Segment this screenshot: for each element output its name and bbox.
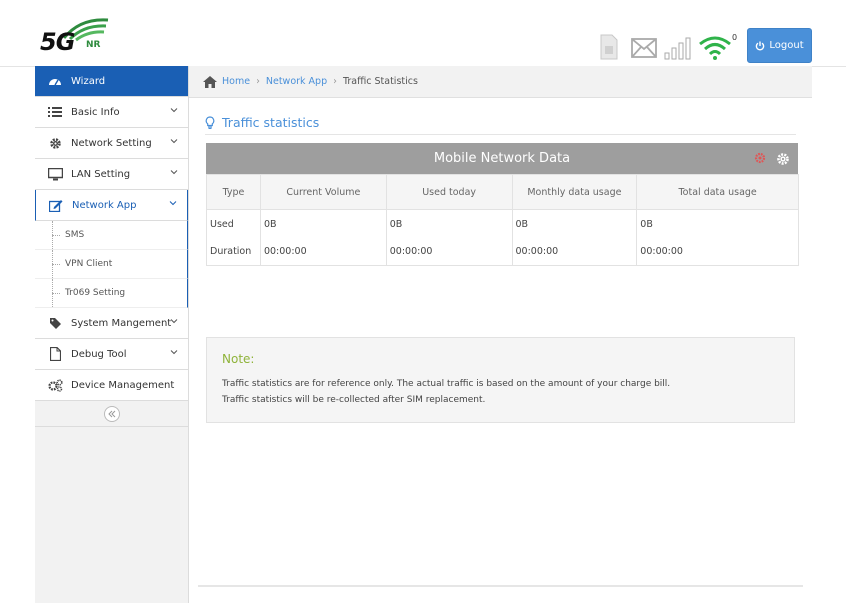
table-cell: 0B: [259, 209, 387, 238]
logo-5g: 5G: [40, 28, 75, 56]
sidebar-collapse-row: [35, 401, 188, 427]
sidebar-item-label: System Mangement: [71, 317, 172, 329]
edit-icon: [48, 198, 64, 212]
chevron-down-icon: [170, 139, 178, 144]
wifi-client-count: 0: [732, 33, 738, 42]
note-line: Traffic statistics are for reference onl…: [222, 379, 671, 389]
sidebar: Wizard Basic Info Network Setting LAN Se…: [35, 66, 189, 603]
sidebar-item-label: Basic Info: [71, 106, 120, 118]
sidebar-subitem-label: VPN Client: [65, 259, 113, 269]
sidebar-item-network-setting[interactable]: Network Setting: [35, 128, 188, 159]
logout-label: Logout: [769, 40, 804, 51]
sidebar-item-debug-tool[interactable]: Debug Tool: [35, 339, 188, 370]
note-box: Note: Traffic statistics are for referen…: [206, 337, 795, 423]
sim-card-icon[interactable]: [599, 34, 619, 63]
gear-icon: [47, 136, 63, 150]
footer-divider: [198, 585, 803, 587]
column-header: Current Volume: [259, 174, 387, 210]
table-cell: 0B: [511, 209, 638, 238]
breadcrumb-section-link[interactable]: Network App: [266, 76, 327, 87]
page-header: Traffic statistics: [205, 110, 796, 135]
column-header: Total data usage: [636, 174, 799, 210]
list-icon: [47, 105, 63, 119]
sidebar-subitem-vpn-client[interactable]: VPN Client: [35, 250, 188, 279]
home-icon: [203, 75, 217, 88]
mail-icon[interactable]: [631, 38, 657, 61]
sidebar-item-label: Wizard: [71, 75, 106, 87]
monitor-icon: [47, 167, 63, 181]
note-title: Note:: [222, 352, 255, 366]
table-cell: Duration: [206, 238, 261, 266]
chevron-down-icon: [170, 350, 178, 355]
logout-button[interactable]: Logout: [747, 28, 812, 63]
sidebar-item-system-management[interactable]: System Mangement: [35, 308, 188, 339]
sidebar-item-lan-setting[interactable]: LAN Setting: [35, 159, 188, 190]
chevron-down-icon: [170, 170, 178, 175]
sidebar-subitem-label: SMS: [65, 230, 85, 240]
table-cell: 00:00:00: [259, 238, 387, 266]
table-cell: 00:00:00: [385, 238, 513, 266]
lightbulb-icon: [205, 115, 215, 129]
sidebar-item-basic-info[interactable]: Basic Info: [35, 97, 188, 128]
table-cell: 0B: [385, 209, 513, 238]
breadcrumb-separator: ›: [333, 76, 337, 87]
table-cell: 00:00:00: [511, 238, 638, 266]
sidebar-subitem-sms[interactable]: SMS: [35, 221, 188, 250]
logo-nr: NR: [86, 40, 101, 50]
double-chevron-left-icon: [107, 410, 115, 417]
traffic-table: Type Current Volume Used today Monthly d…: [206, 174, 799, 266]
sidebar-item-wizard[interactable]: Wizard: [35, 66, 188, 97]
logo: 5G NR: [38, 16, 110, 58]
breadcrumb-home-link[interactable]: Home: [222, 76, 250, 87]
column-header: Used today: [385, 174, 513, 210]
settings-gear-icon[interactable]: [776, 152, 790, 166]
column-header: Type: [206, 174, 261, 210]
sidebar-item-label: Network App: [72, 199, 137, 211]
sidebar-subitem-label: Tr069 Setting: [65, 288, 126, 298]
breadcrumb: Home › Network App › Traffic Statistics: [189, 66, 812, 98]
panel-title: Mobile Network Data: [433, 151, 571, 166]
breadcrumb-separator: ›: [256, 76, 260, 87]
table-row: Duration 00:00:00 00:00:00 00:00:00 00:0…: [206, 238, 799, 266]
table-cell: 0B: [636, 209, 799, 238]
sidebar-item-label: LAN Setting: [71, 168, 131, 180]
breadcrumb-current: Traffic Statistics: [342, 76, 418, 87]
wifi-icon[interactable]: [698, 34, 732, 63]
file-icon: [47, 347, 63, 361]
collapse-sidebar-button[interactable]: [103, 405, 120, 422]
tag-icon: [47, 316, 63, 330]
sidebar-item-label: Network Setting: [71, 137, 152, 149]
sidebar-subitem-tr069-setting[interactable]: Tr069 Setting: [35, 279, 188, 308]
signal-strength-icon: [664, 36, 692, 63]
table-cell: 00:00:00: [636, 238, 799, 266]
power-icon: [756, 41, 765, 50]
note-line: Traffic statistics will be re-collected …: [222, 395, 486, 405]
chevron-down-icon: [170, 319, 178, 324]
panel-tools: [754, 152, 790, 166]
sidebar-item-label: Device Management: [71, 379, 175, 391]
clear-data-icon[interactable]: [754, 152, 766, 164]
content-area: Home › Network App › Traffic Statistics …: [189, 66, 812, 603]
column-header: Monthly data usage: [511, 174, 638, 210]
sidebar-item-label: Debug Tool: [71, 348, 127, 360]
traffic-panel: Mobile Network Data Type Current Volume …: [206, 143, 799, 266]
top-bar: 5G NR 0 Logout: [0, 0, 846, 67]
table-header-row: Type Current Volume Used today Monthly d…: [206, 174, 799, 210]
table-cell: Used: [206, 209, 261, 238]
dashboard-icon: [47, 74, 63, 88]
chevron-down-icon: [170, 108, 178, 113]
page-title: Traffic statistics: [222, 114, 320, 130]
gears-icon: [47, 378, 63, 392]
table-row: Used 0B 0B 0B 0B: [206, 209, 799, 238]
panel-header: Mobile Network Data: [206, 143, 798, 174]
sidebar-item-device-management[interactable]: Device Management: [35, 370, 188, 401]
sidebar-item-network-app[interactable]: Network App: [35, 190, 188, 221]
chevron-down-icon: [169, 201, 177, 206]
